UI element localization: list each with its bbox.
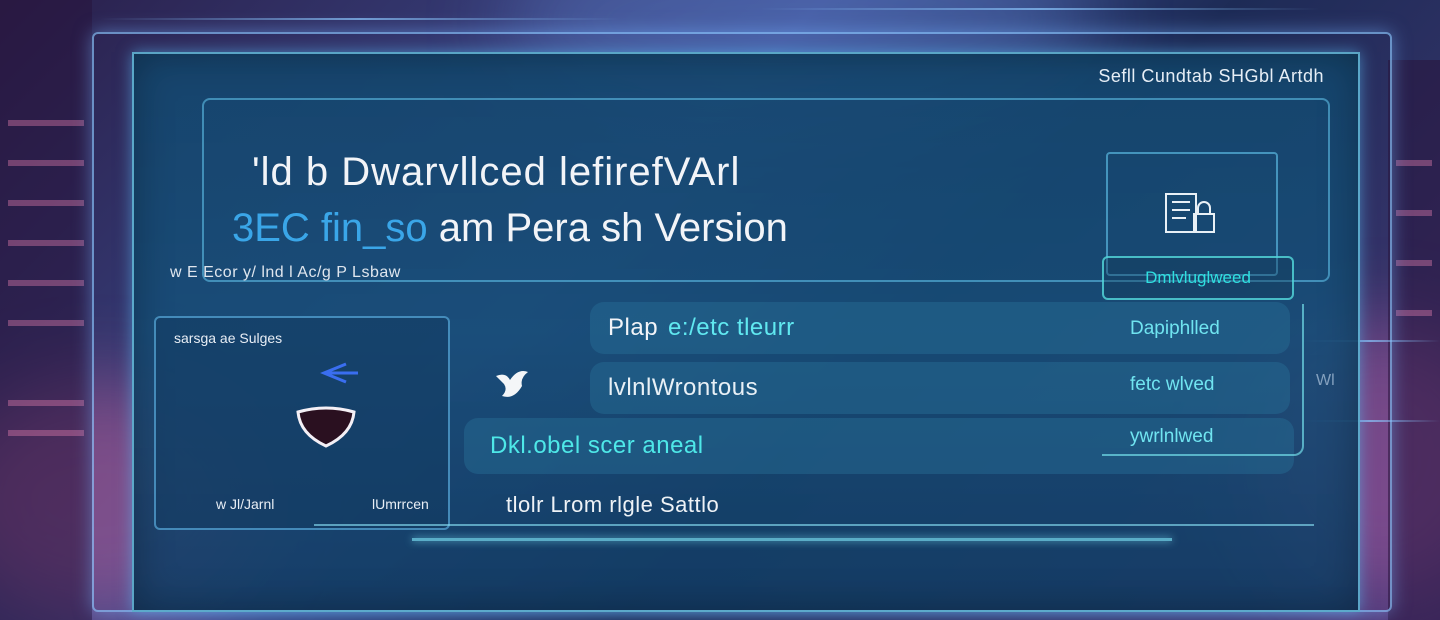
subtitle-main: am Pera sh Version	[438, 206, 788, 250]
list-item-2-label: lvlnlWrontous	[608, 374, 759, 401]
bird-icon	[496, 371, 528, 397]
back-arrow-icon[interactable]	[306, 358, 366, 388]
status-item-1: Dapiphlled	[1130, 318, 1220, 339]
header-subline: w E Ecor y/ lnd l Ac/g P Lsbaw	[170, 264, 401, 281]
background-text: Wl	[1316, 372, 1335, 389]
status-item-3: ywrlnlwed	[1130, 426, 1214, 447]
status-tag[interactable]: Dmlvluglweed	[1102, 256, 1294, 300]
list-item-1-detail: e:/etc tleurr	[668, 314, 795, 341]
top-right-label: Sefll Cundtab SHGbl Artdh	[1098, 66, 1324, 86]
shield-badge-icon	[296, 406, 356, 448]
page-subtitle: 3EC fin_so am Pera sh Version	[232, 206, 788, 251]
status-item-2: fetc wlved	[1130, 374, 1215, 395]
subtitle-accent: 3EC fin_so	[232, 206, 428, 250]
footer-divider	[412, 538, 1172, 541]
main-panel: Sefll Cundtab SHGbl Artdh 'ld b Dwarvllc…	[132, 52, 1360, 612]
footer-text: tlolr Lrom rlgle Sattlo	[506, 492, 720, 517]
document-lock-icon	[1165, 193, 1215, 233]
list-item-1-label: Plap	[608, 314, 659, 341]
left-card-footer-left: w Jl/Jarnl	[216, 496, 275, 512]
left-card: sarsga ae Sulges w Jl/Jarnl lUmrrcen	[154, 316, 450, 530]
page-title: 'ld b Dwarvllced lefirefVArl	[252, 150, 741, 194]
left-card-title: sarsga ae Sulges	[174, 330, 283, 346]
left-card-footer-right: lUmrrcen	[372, 496, 429, 512]
list-item-3-label: Dkl.obel scer aneal	[490, 432, 704, 459]
divider-line	[314, 524, 1314, 526]
